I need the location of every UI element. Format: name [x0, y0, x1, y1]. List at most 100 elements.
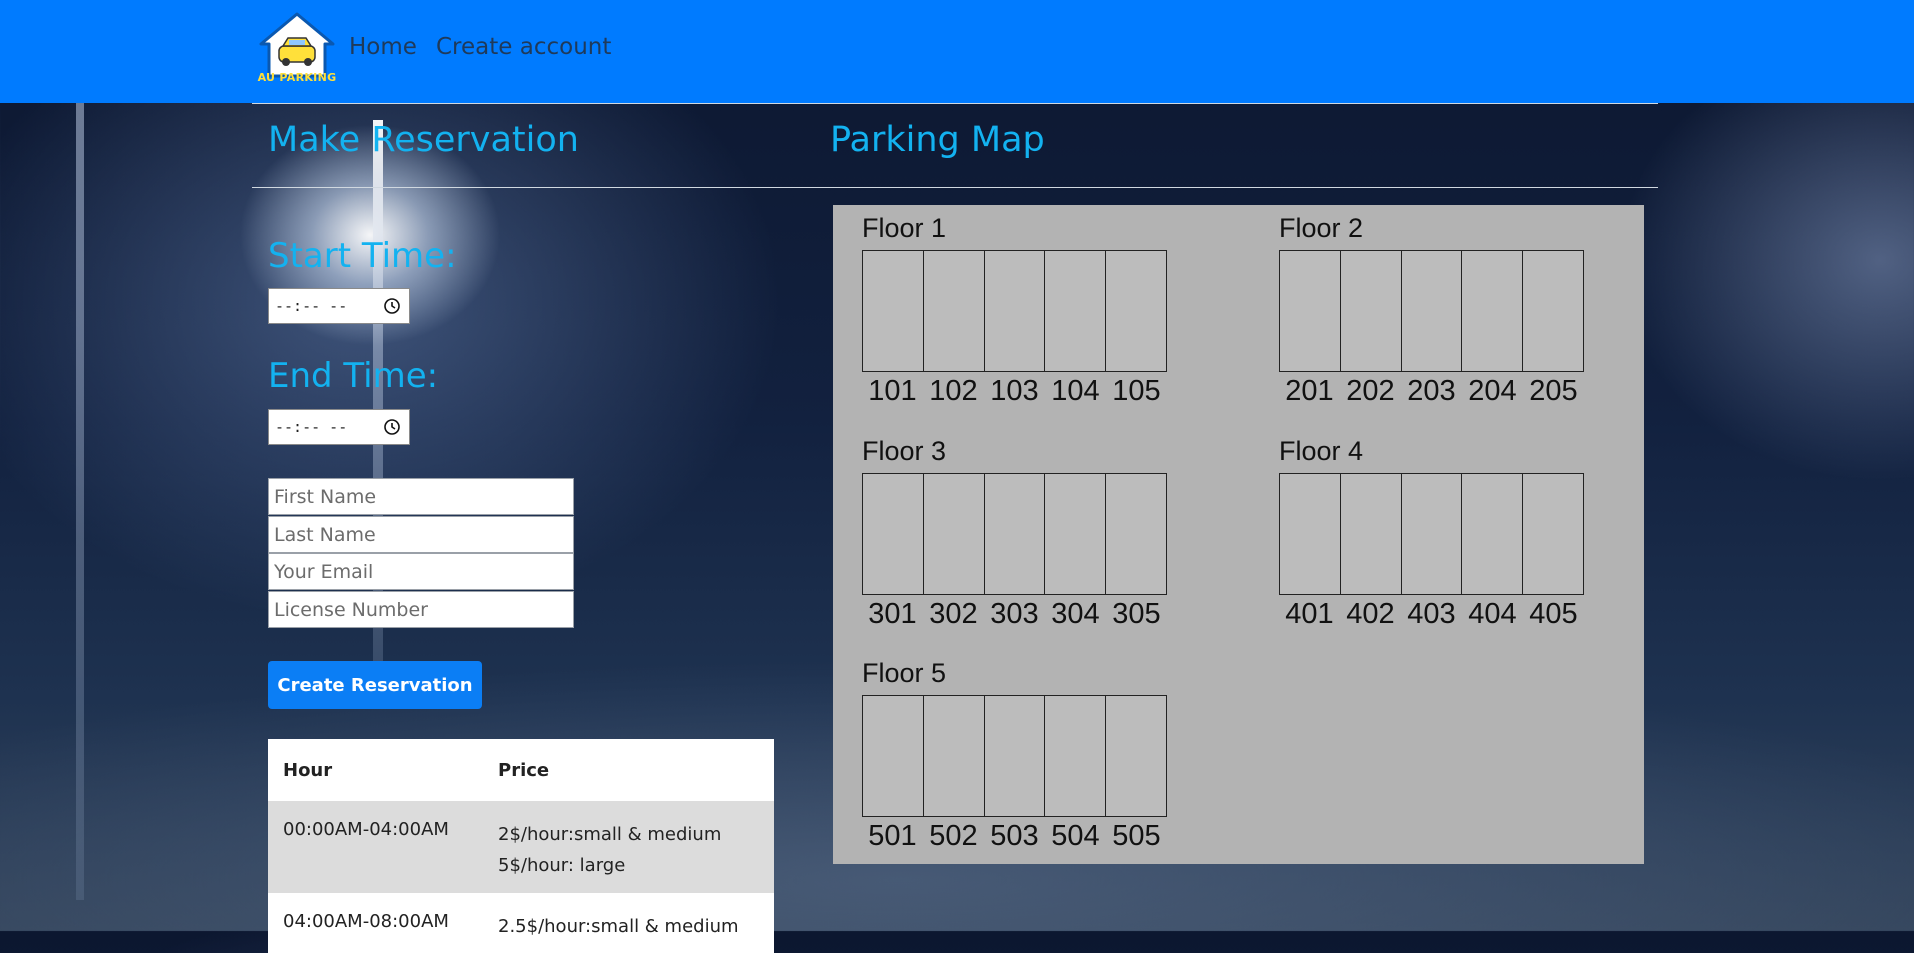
- spot-number: 102: [929, 375, 978, 407]
- price-table-header: Hour Price: [268, 739, 774, 801]
- spot-number: 402: [1346, 598, 1395, 630]
- floor-label: Floor 5: [862, 658, 947, 688]
- column-header-hour: Hour: [283, 759, 333, 781]
- spot-row: [862, 695, 1167, 817]
- end-time-input[interactable]: --:-- --: [268, 409, 410, 445]
- spot-number: 505: [1112, 820, 1161, 852]
- spot-number-row: 101 102 103 104 105: [862, 375, 1167, 408]
- price-cell: 2$/hour:small & medium 5$/hour: large: [498, 819, 759, 893]
- spot-number: 303: [990, 598, 1039, 630]
- parking-spot[interactable]: [1402, 251, 1463, 371]
- parking-spot[interactable]: [1106, 251, 1166, 371]
- clock-icon[interactable]: [383, 297, 401, 315]
- nav-create-account-link[interactable]: Create account: [436, 34, 611, 60]
- parking-spot[interactable]: [1402, 474, 1463, 594]
- parking-spot[interactable]: [1045, 696, 1107, 816]
- spot-number: 103: [990, 375, 1039, 407]
- spot-row: [862, 473, 1167, 595]
- parking-spot[interactable]: [863, 251, 924, 371]
- parking-spot[interactable]: [924, 474, 985, 594]
- license-number-input[interactable]: [268, 591, 574, 628]
- parking-spot[interactable]: [863, 474, 924, 594]
- parking-spot[interactable]: [863, 696, 924, 816]
- price-line: 2.5$/hour:small & medium: [498, 916, 739, 937]
- end-time-value: --:-- --: [275, 418, 348, 436]
- spot-number: 104: [1051, 375, 1100, 407]
- header-bottom-divider: [252, 187, 1658, 188]
- clock-icon[interactable]: [383, 418, 401, 436]
- parking-spot[interactable]: [1523, 474, 1583, 594]
- spot-number-row: 401 402 403 404 405: [1279, 598, 1584, 631]
- parking-spot[interactable]: [1462, 474, 1524, 594]
- hour-cell: 00:00AM-04:00AM: [283, 819, 449, 840]
- price-line: 5$/hour: large: [498, 855, 626, 876]
- last-name-input[interactable]: [268, 516, 574, 553]
- create-reservation-button[interactable]: Create Reservation: [268, 661, 482, 709]
- spot-row: [1279, 473, 1584, 595]
- spot-number: 203: [1407, 375, 1456, 407]
- price-line: 2$/hour:small & medium: [498, 824, 722, 845]
- spot-number: 305: [1112, 598, 1161, 630]
- spot-number: 302: [929, 598, 978, 630]
- floor-label: Floor 2: [1279, 213, 1364, 243]
- spot-number: 403: [1407, 598, 1456, 630]
- spot-number: 101: [868, 375, 917, 407]
- parking-spot[interactable]: [1341, 474, 1402, 594]
- parking-spot[interactable]: [1280, 474, 1341, 594]
- spot-number: 401: [1285, 598, 1334, 630]
- end-time-label: End Time:: [268, 356, 439, 396]
- parking-spot[interactable]: [924, 696, 985, 816]
- spot-number: 503: [990, 820, 1039, 852]
- table-row: 00:00AM-04:00AM 2$/hour:small & medium 5…: [268, 801, 774, 893]
- parking-spot[interactable]: [1280, 251, 1341, 371]
- spot-number: 504: [1051, 820, 1100, 852]
- make-reservation-title: Make Reservation: [268, 120, 579, 160]
- spot-number: 202: [1346, 375, 1395, 407]
- parking-spot[interactable]: [1045, 251, 1107, 371]
- column-header-price: Price: [498, 759, 550, 781]
- floor-label: Floor 1: [862, 213, 947, 243]
- parking-spot[interactable]: [1045, 474, 1107, 594]
- spot-row: [862, 250, 1167, 372]
- navbar: AU PARKING Home Create account: [0, 0, 1914, 103]
- parking-spot[interactable]: [924, 251, 985, 371]
- parking-map-title: Parking Map: [830, 120, 1045, 160]
- spot-number: 304: [1051, 598, 1100, 630]
- email-input[interactable]: [268, 553, 574, 590]
- spot-number: 105: [1112, 375, 1161, 407]
- nav-home-link[interactable]: Home: [349, 34, 417, 60]
- spot-number-row: 201 202 203 204 205: [1279, 375, 1584, 408]
- logo-text: AU PARKING: [257, 71, 337, 84]
- spot-number: 201: [1285, 375, 1334, 407]
- price-cell: 2.5$/hour:small & medium: [498, 911, 759, 953]
- hour-cell: 04:00AM-08:00AM: [283, 911, 449, 932]
- spot-number-row: 501 502 503 504 505: [862, 820, 1167, 853]
- header-top-divider: [252, 103, 1658, 104]
- spot-number: 405: [1529, 598, 1578, 630]
- spot-row: [1279, 250, 1584, 372]
- spot-number: 204: [1468, 375, 1517, 407]
- table-row: 04:00AM-08:00AM 2.5$/hour:small & medium: [268, 893, 774, 953]
- price-table: Hour Price 00:00AM-04:00AM 2$/hour:small…: [268, 739, 774, 953]
- spot-number-row: 301 302 303 304 305: [862, 598, 1167, 631]
- start-time-value: --:-- --: [275, 297, 348, 315]
- parking-spot[interactable]: [985, 474, 1046, 594]
- parking-spot[interactable]: [985, 251, 1046, 371]
- background-lamp-pole-left: [76, 100, 84, 900]
- parking-spot[interactable]: [1106, 696, 1166, 816]
- parking-spot[interactable]: [1462, 251, 1524, 371]
- spot-number: 301: [868, 598, 917, 630]
- parking-spot[interactable]: [985, 696, 1046, 816]
- floor-label: Floor 3: [862, 436, 947, 466]
- spot-number: 502: [929, 820, 978, 852]
- parking-spot[interactable]: [1341, 251, 1402, 371]
- parking-spot[interactable]: [1523, 251, 1583, 371]
- start-time-label: Start Time:: [268, 236, 457, 276]
- spot-number: 501: [868, 820, 917, 852]
- parking-map-panel: Floor 1 101 102 103 104 105 Floor 2 201 …: [833, 205, 1644, 864]
- first-name-input[interactable]: [268, 478, 574, 515]
- parking-spot[interactable]: [1106, 474, 1166, 594]
- spot-number: 404: [1468, 598, 1517, 630]
- start-time-input[interactable]: --:-- --: [268, 288, 410, 324]
- spot-number: 205: [1529, 375, 1578, 407]
